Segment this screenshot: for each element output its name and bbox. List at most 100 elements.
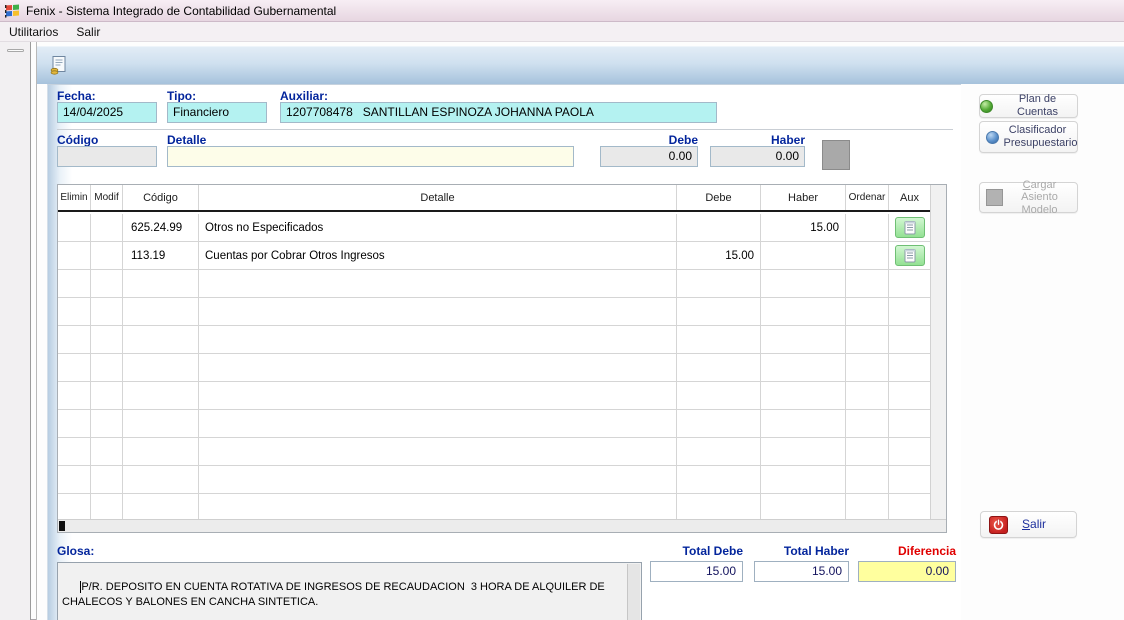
cell-debe xyxy=(677,214,761,242)
clasificador-presupuestario-button[interactable]: Clasificador Presupuestario xyxy=(979,121,1078,153)
column-header-haber[interactable]: Haber xyxy=(761,185,846,210)
power-icon xyxy=(989,516,1008,534)
table-body: 625.24.99Otros no Especificados15.00113.… xyxy=(58,214,931,520)
cell-debe xyxy=(677,270,761,298)
cell-ordenar xyxy=(846,242,889,270)
table-row[interactable]: 113.19Cuentas por Cobrar Otros Ingresos1… xyxy=(58,242,931,270)
auxiliar-input[interactable]: 1207708478 SANTILLAN ESPINOZA JOHANNA PA… xyxy=(280,102,717,123)
cell-debe xyxy=(677,354,761,382)
cell-modif xyxy=(91,466,123,494)
main-area: Fecha: 14/04/2025 Tipo: Financiero Auxil… xyxy=(36,42,1124,620)
notepad-icon xyxy=(904,220,916,235)
cell-codigo xyxy=(123,438,199,466)
detalle-input[interactable] xyxy=(167,146,574,167)
cell-detalle xyxy=(199,494,677,520)
cell-aux xyxy=(889,326,931,354)
cell-ordenar xyxy=(846,382,889,410)
window-titlebar[interactable]: Fenix - Sistema Integrado de Contabilida… xyxy=(0,0,1124,22)
column-header-modif[interactable]: Modif xyxy=(91,185,123,210)
collapsed-side-panel[interactable] xyxy=(0,42,31,620)
table-row xyxy=(58,298,931,326)
cell-codigo xyxy=(123,354,199,382)
glosa-scrollbar[interactable] xyxy=(627,564,640,620)
cell-elimin xyxy=(58,270,91,298)
cell-aux xyxy=(889,382,931,410)
cell-ordenar xyxy=(846,466,889,494)
clasificador-label: Clasificador Presupuestario xyxy=(1004,124,1072,149)
aux-detail-button[interactable] xyxy=(895,217,925,238)
fecha-input[interactable]: 14/04/2025 xyxy=(57,102,157,123)
salir-button[interactable]: Salir xyxy=(980,511,1077,538)
cell-aux xyxy=(889,466,931,494)
menu-utilitarios[interactable]: Utilitarios xyxy=(0,23,67,41)
cell-detalle xyxy=(199,298,677,326)
column-header-elimin[interactable]: Elimin xyxy=(58,185,91,210)
blue-sphere-icon xyxy=(986,131,999,144)
debe-input[interactable]: 0.00 xyxy=(600,146,698,167)
cell-codigo xyxy=(123,410,199,438)
notepad-icon xyxy=(904,248,916,263)
cell-detalle xyxy=(199,410,677,438)
column-header-detalle[interactable]: Detalle xyxy=(199,185,677,210)
column-header-debe[interactable]: Debe xyxy=(677,185,761,210)
cell-ordenar xyxy=(846,410,889,438)
panel-grip-handle[interactable] xyxy=(7,49,24,52)
cell-modif xyxy=(91,494,123,520)
cell-debe xyxy=(677,466,761,494)
detalle-label: Detalle xyxy=(167,133,206,147)
cell-aux xyxy=(889,242,931,270)
cargar-asiento-modelo-button[interactable]: Cargar Asiento Modelo xyxy=(979,182,1078,213)
cell-haber xyxy=(761,382,846,410)
salir-label: Salir xyxy=(1022,518,1046,532)
cell-haber xyxy=(761,298,846,326)
table-row[interactable]: 625.24.99Otros no Especificados15.00 xyxy=(58,214,931,242)
table-header-row: EliminModifCódigoDetalleDebeHaberOrdenar… xyxy=(58,185,946,212)
haber-label: Haber xyxy=(710,133,805,147)
codigo-label: Código xyxy=(57,133,98,147)
table-vertical-scrollbar[interactable] xyxy=(930,185,946,519)
tipo-input[interactable]: Financiero xyxy=(167,102,267,123)
tipo-label: Tipo: xyxy=(167,89,196,103)
cell-haber xyxy=(761,410,846,438)
aux-detail-button[interactable] xyxy=(895,245,925,266)
add-entry-button[interactable] xyxy=(822,140,850,170)
cell-aux xyxy=(889,438,931,466)
cell-detalle xyxy=(199,466,677,494)
toolbar xyxy=(37,46,1124,84)
table-row xyxy=(58,382,931,410)
cell-modif xyxy=(91,354,123,382)
cell-detalle xyxy=(199,354,677,382)
cell-aux xyxy=(889,494,931,520)
menu-salir[interactable]: Salir xyxy=(67,23,109,41)
haber-input[interactable]: 0.00 xyxy=(710,146,805,167)
cell-haber xyxy=(761,438,846,466)
table-row xyxy=(58,438,931,466)
cell-elimin xyxy=(58,214,91,242)
cell-ordenar xyxy=(846,298,889,326)
column-header-código[interactable]: Código xyxy=(123,185,199,210)
column-header-aux[interactable]: Aux xyxy=(889,185,931,210)
column-header-ordenar[interactable]: Ordenar xyxy=(846,185,889,210)
entries-table: EliminModifCódigoDetalleDebeHaberOrdenar… xyxy=(57,184,947,533)
new-entry-toolbar-button[interactable] xyxy=(45,52,72,79)
cell-haber xyxy=(761,466,846,494)
table-horizontal-scrollbar[interactable] xyxy=(58,519,946,532)
horizontal-scrollbar-thumb[interactable] xyxy=(59,521,65,531)
debe-label: Debe xyxy=(600,133,698,147)
total-debe-label: Total Debe xyxy=(650,544,743,558)
codigo-input[interactable] xyxy=(57,146,157,167)
cell-haber xyxy=(761,242,846,270)
plan-de-cuentas-button[interactable]: Plan de Cuentas xyxy=(979,94,1078,118)
cell-codigo xyxy=(123,298,199,326)
cell-haber xyxy=(761,326,846,354)
document-coins-icon xyxy=(48,55,69,76)
fecha-label: Fecha: xyxy=(57,89,96,103)
cell-elimin xyxy=(58,438,91,466)
glosa-textarea[interactable]: P/R. DEPOSITO EN CUENTA ROTATIVA DE INGR… xyxy=(57,562,642,620)
cell-elimin xyxy=(58,242,91,270)
cell-modif xyxy=(91,242,123,270)
cell-detalle: Cuentas por Cobrar Otros Ingresos xyxy=(199,242,677,270)
cell-codigo xyxy=(123,382,199,410)
cell-modif xyxy=(91,438,123,466)
cell-ordenar xyxy=(846,214,889,242)
